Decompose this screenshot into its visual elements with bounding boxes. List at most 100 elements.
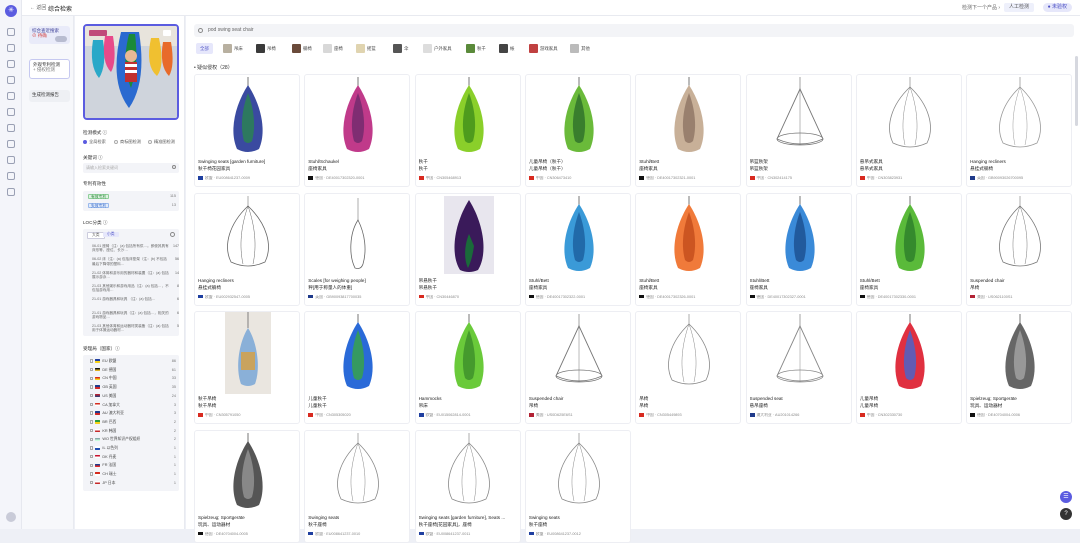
result-card[interactable]: Suspended chair 吊椅 美国 · US0D625E6S1 [524,311,631,424]
result-card[interactable]: 吊椅 吊椅 中国 · CN305449893 [635,311,742,424]
auth-status-button[interactable]: ● 未验权 [1042,3,1072,12]
country-checkbox[interactable] [90,376,94,381]
country-checkbox[interactable] [90,394,94,398]
app-logo-icon[interactable]: ✳ [5,5,17,17]
country-item[interactable]: AU 澳大利亚 3 [90,410,178,418]
loc-row[interactable]: 21-01 游戏器具和玩具 （注：(a) 包括… 6 [92,297,180,307]
country-checkbox[interactable] [90,463,94,468]
result-card[interactable]: Stuhl/Schaukel 座椅家具 德国 · DE40017302320-000… [304,74,411,187]
scrollbar[interactable] [1075,56,1078,126]
keyword-input[interactable]: 请输入检索关键词 [83,163,179,173]
country-item[interactable]: DK 丹麦 1 [90,454,178,462]
country-item[interactable]: KR 韩国 2 [90,428,178,436]
country-checkbox[interactable] [90,420,94,424]
manual-check-button[interactable]: 人工检测 [1003,3,1034,12]
result-card[interactable]: 儿童吊椅 儿童吊椅 中国 · CN302330730 [855,311,962,424]
category-tab[interactable]: 摇篮 [356,43,376,54]
image-icon[interactable] [7,60,15,68]
result-card[interactable]: Stuhl/Bett 座椅家具 德国 · DE40017302327-0001 [745,192,852,306]
country-item[interactable]: CA 加拿大 3 [90,402,178,410]
chat-icon[interactable]: ☰ [1060,491,1072,503]
country-item[interactable]: GB 英国 35 [90,384,178,392]
country-checkbox[interactable] [90,428,94,433]
status-valid-tag[interactable]: 有效专利 [88,194,110,199]
subnav-design-check[interactable]: 外观专利检测 + 侵权检测 [29,59,70,79]
country-checkbox[interactable] [90,402,94,407]
country-checkbox[interactable] [90,367,94,372]
category-tab[interactable]: 其他 [570,43,590,54]
country-checkbox[interactable] [90,446,94,450]
country-checkbox[interactable] [90,385,94,389]
result-card[interactable]: 儿童秋千 儿童秋千 中国 · CN305305020 [304,311,411,424]
loc-row[interactable]: 06-01 座椅（注：(a) 包括所有供…。即使其具有床形等，座位、长沙… 147 [92,244,180,254]
result-card[interactable]: Hanging recliners 悬挂式躺椅 英国 · GB90093026700… [966,74,1073,187]
category-tab[interactable]: 全部 [196,43,213,54]
search-input[interactable]: pod swing seat chair [194,24,1074,37]
result-card[interactable]: Suspended chair 吊椅 美国 · US0621100S1 [966,192,1073,306]
country-item[interactable]: EU 欧盟 86 [90,358,178,366]
loc-row[interactable]: 21-01 游戏器具和玩具（注：(a) 包括…，相关的游戏物品… 6 [92,311,180,321]
result-card[interactable]: 吊悬秋千 吊悬秋千 中国 · CN30446870 [414,192,521,306]
result-card[interactable]: 秋千 秋千 中国 · CN305468913 [414,74,521,187]
loc-search-icon[interactable] [170,232,175,237]
result-card[interactable]: Stuhl/Bett 座椅家具 德国 · DE40017302330-0001 [855,192,962,306]
mode-trademark-radio[interactable]: 商标图检测 [114,139,141,145]
loc-chip-minor[interactable]: 小类 [103,232,119,237]
status-invalid-tag[interactable]: 失效专利 [88,203,110,208]
document-icon[interactable] [7,108,15,116]
result-card[interactable]: Hammocks 吊床 欧盟 · EU015062814-0001 [414,311,521,424]
result-card[interactable]: Stuhl/Bett 座椅家具 德国 · DE40017302326-0001 [635,192,742,306]
country-item[interactable]: JP 日本 1 [90,480,178,488]
country-checkbox[interactable] [90,411,94,415]
result-card[interactable]: 秋千吊椅 秋千吊椅 中国 · CN305791050 [194,311,300,424]
next-product-link[interactable]: 检测下一个产品 › [962,4,1000,11]
subnav-report[interactable]: 生成检测报告 [29,90,70,102]
result-card[interactable]: Spielzeug; Sportgeräte 玩具、运动器材 德国 · DE4070… [194,429,300,543]
settings-icon[interactable] [7,188,15,196]
mode-precise-radio[interactable]: 精准图检测 [148,139,175,145]
result-card[interactable]: Stuhl/Bett 座椅家具 德国 · DE40017302321-0001 [635,74,742,187]
result-card[interactable]: 悬吊式家具 悬吊式家具 中国 · CN303823931 [855,74,962,187]
loc-row[interactable]: 06-02 床（注：(a) 包括床垫架（注：(b) 不包括最后下降带的塑料… 56 [92,257,180,267]
avatar[interactable] [6,512,16,522]
cloud-icon[interactable] [7,124,15,132]
category-tab[interactable]: 座椅 [323,43,343,54]
result-card[interactable]: 吊篮秋架 吊篮秋架 中国 · CN302414175 [745,74,852,187]
result-card[interactable]: Swinging seats 秋千座椅 欧盟 · EU008641237-0012 [524,429,631,543]
folder-icon[interactable] [7,140,15,148]
result-card[interactable]: Swinging seats [garden furniture] 秋千椅花园家具… [194,74,300,187]
download-icon[interactable] [7,156,15,164]
category-tab[interactable]: 吊床 [223,43,243,54]
result-card[interactable]: Suspended seat 悬吊座椅 澳大利亚 · AU201014266 [745,311,852,424]
country-item[interactable]: FR 法国 1 [90,462,178,470]
category-tab[interactable]: 帐 [499,43,514,54]
result-card[interactable]: 儿童吊椅（秋千） 儿童吊椅（秋千） 中国 · CN306473410 [524,74,631,187]
category-tab[interactable]: 伞 [393,43,408,54]
home-icon[interactable] [7,28,15,36]
category-tab[interactable]: 户外家具 [423,43,452,54]
result-card[interactable]: Swinging seats [garden furniture], Seats… [414,429,521,543]
pin-icon[interactable] [7,76,15,84]
country-item[interactable]: BR 巴西 2 [90,419,178,427]
category-tab[interactable]: 躺椅 [292,43,312,54]
category-tab[interactable]: 秋千 [466,43,486,54]
chart-icon[interactable] [7,92,15,100]
country-item[interactable]: DE 德国 61 [90,367,178,375]
country-item[interactable]: US 美国 24 [90,393,178,401]
result-card[interactable]: Stuhl/Bett 座椅家具 德国 · DE40017302322-0001 [524,192,631,306]
grid-icon[interactable] [7,44,15,52]
result-card[interactable]: Swinging seats 秋千座椅 欧盟 · EU008641237-0010 [304,429,411,543]
category-tab[interactable]: 吊椅 [256,43,276,54]
help-icon[interactable]: ? [1060,508,1072,520]
mode-global-radio[interactable]: 全局检索 [83,139,106,145]
loc-row[interactable]: 21-03 其他娱乐和游戏用品（注：(a) 包括…，不包括游戏用… 8 [92,284,180,294]
country-checkbox[interactable] [90,481,94,485]
loc-row[interactable]: 21-02 体育和游乐用的器材和装置（注：(a) 包括展示游泳… 14 [92,271,180,281]
keyword-search-icon[interactable] [172,165,176,169]
country-item[interactable]: IL 以色列 1 [90,445,178,453]
country-item[interactable]: CN 中国 33 [90,375,178,383]
subnav-search[interactable]: 综合查近搜索 ⊘ 待确 [29,26,70,44]
country-checkbox[interactable] [90,437,94,441]
search-icon[interactable] [7,172,15,180]
country-checkbox[interactable] [90,359,94,363]
